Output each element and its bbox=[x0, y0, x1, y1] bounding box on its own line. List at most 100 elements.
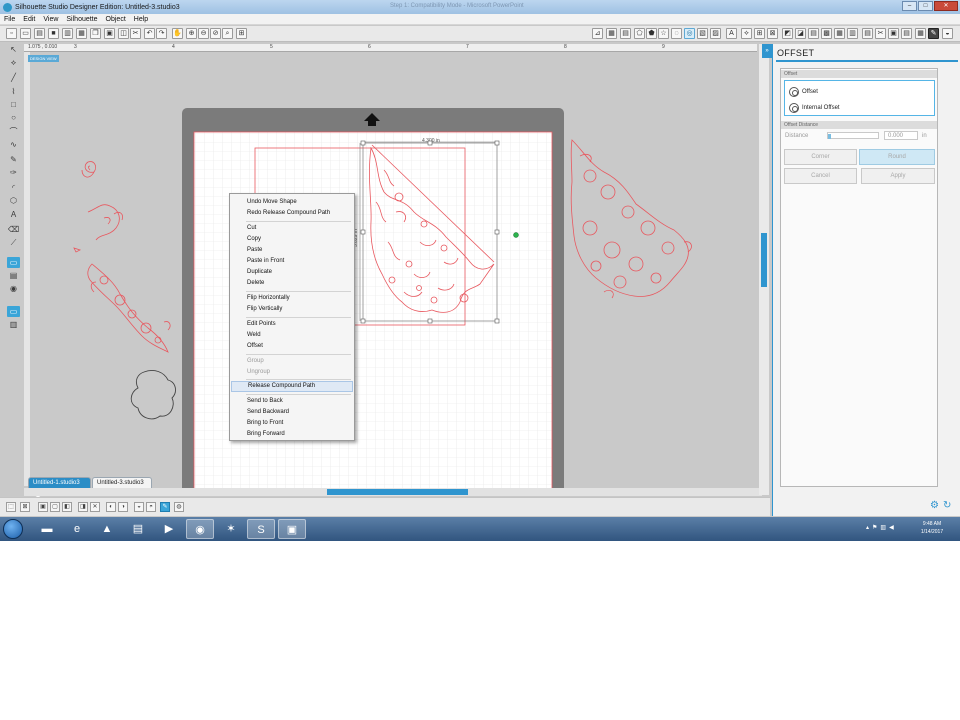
library-panel-icon[interactable]: ▤ bbox=[7, 270, 20, 281]
align-icon[interactable]: ⊞ bbox=[754, 28, 765, 39]
distance-slider[interactable] bbox=[827, 132, 879, 139]
line-color-icon[interactable]: ◪ bbox=[795, 28, 806, 39]
menu-item-release-compound-path[interactable]: Release Compound Path bbox=[231, 381, 353, 392]
apply-button[interactable]: Apply bbox=[861, 168, 935, 184]
menu-item-flip-vertically[interactable]: Flip Vertically bbox=[231, 304, 353, 315]
trace-icon[interactable]: ▧ bbox=[697, 28, 708, 39]
menu-item-bring-to-front[interactable]: Bring to Front bbox=[231, 418, 353, 429]
close-button[interactable]: ✕ bbox=[934, 1, 958, 11]
drag-zoom-icon[interactable]: ⌕ bbox=[222, 28, 233, 39]
media-app-taskbar-icon[interactable]: ▬ bbox=[33, 519, 61, 539]
menu-item-flip-horizontally[interactable]: Flip Horizontally bbox=[231, 293, 353, 304]
action-center-flag-icon[interactable]: ⚑ bbox=[872, 524, 877, 531]
knife-icon[interactable]: ⟋ bbox=[7, 237, 20, 248]
pan-hand-icon[interactable]: ✋ bbox=[172, 28, 183, 39]
horizontal-scrollbar[interactable] bbox=[24, 488, 762, 496]
fill-color-icon[interactable]: ◩ bbox=[782, 28, 793, 39]
menu-help[interactable]: Help bbox=[134, 16, 148, 23]
arc-icon[interactable]: ◜ bbox=[7, 182, 20, 193]
group-icon[interactable]: ▣ bbox=[38, 502, 48, 512]
menu-view[interactable]: View bbox=[43, 16, 58, 23]
curve-icon[interactable]: ∿ bbox=[7, 139, 20, 150]
menu-item-duplicate[interactable]: Duplicate bbox=[231, 267, 353, 278]
distance-input[interactable]: 0.000 bbox=[884, 131, 918, 140]
rectangle-icon[interactable]: □ bbox=[7, 99, 20, 110]
scroll-thumb[interactable] bbox=[761, 233, 767, 287]
menu-object[interactable]: Object bbox=[106, 16, 126, 23]
refresh-icon[interactable]: ↻ bbox=[943, 501, 953, 511]
menu-item-delete[interactable]: Delete bbox=[231, 278, 353, 289]
menu-silhouette[interactable]: Silhouette bbox=[66, 16, 97, 23]
eraser-icon[interactable]: ⌫ bbox=[7, 224, 20, 235]
maximize-button[interactable]: □ bbox=[918, 1, 933, 11]
polyline-icon[interactable]: ⌇ bbox=[7, 86, 20, 97]
menu-item-paste[interactable]: Paste bbox=[231, 245, 353, 256]
rose-cluster-right[interactable] bbox=[570, 139, 692, 299]
fill-mode-icon[interactable]: ◍ bbox=[174, 502, 184, 512]
text-style-icon[interactable]: A bbox=[726, 28, 737, 39]
menu-item-bring-forward[interactable]: Bring Forward bbox=[231, 429, 353, 440]
menu-item-copy[interactable]: Copy bbox=[231, 234, 353, 245]
select-arrow-icon[interactable]: ↖ bbox=[7, 44, 20, 55]
show-hidden-icons-icon[interactable]: ▴ bbox=[866, 524, 869, 531]
send-panel-icon[interactable]: ▥ bbox=[7, 319, 20, 330]
print-icon[interactable]: ▥ bbox=[62, 28, 73, 39]
save-icon[interactable]: ■ bbox=[48, 28, 59, 39]
paste-icon[interactable]: ▣ bbox=[104, 28, 115, 39]
edit-points-icon[interactable]: ⟡ bbox=[7, 57, 20, 68]
cut-view-icon[interactable]: ▭ bbox=[7, 306, 20, 317]
vlc-taskbar-icon[interactable]: ▲ bbox=[93, 519, 121, 539]
store-icon[interactable]: ▦ bbox=[915, 28, 926, 39]
media-player-taskbar-icon[interactable]: ▶ bbox=[155, 519, 183, 539]
clock[interactable]: 9:48 AM 1/14/2017 bbox=[915, 520, 949, 536]
edit-mode-icon[interactable]: ✎ bbox=[160, 502, 170, 512]
offset-option[interactable]: Offset bbox=[789, 86, 818, 98]
transform-icon[interactable]: ⟡ bbox=[741, 28, 752, 39]
polygon-icon[interactable]: ⬟ bbox=[646, 28, 657, 39]
corner-button[interactable]: Corner bbox=[784, 149, 857, 165]
library-icon[interactable]: ▤ bbox=[34, 28, 45, 39]
volume-icon[interactable]: ◀ bbox=[889, 524, 894, 531]
internal-offset-option[interactable]: Internal Offset bbox=[789, 102, 840, 114]
delete-icon[interactable]: ✕ bbox=[90, 502, 100, 512]
line-tool-icon[interactable]: ╱ bbox=[7, 72, 20, 83]
start-button[interactable] bbox=[3, 519, 23, 539]
menu-file[interactable]: File bbox=[4, 16, 15, 23]
powerpoint-taskbar-icon[interactable]: ▣ bbox=[278, 519, 306, 539]
menu-item-weld[interactable]: Weld bbox=[231, 330, 353, 341]
menu-item-send-to-back[interactable]: Send to Back bbox=[231, 396, 353, 407]
ungroup-icon[interactable]: ▢ bbox=[50, 502, 60, 512]
silhouette-studio-taskbar-icon[interactable]: S bbox=[247, 519, 275, 539]
tab-untitled-3[interactable]: Untitled-3.studio3 bbox=[92, 477, 152, 488]
freehand-icon[interactable]: ✎ bbox=[7, 154, 20, 165]
send-to-cutter-icon[interactable]: ▦ bbox=[76, 28, 87, 39]
undo-icon[interactable]: ↶ bbox=[144, 28, 155, 39]
cut-settings-icon[interactable]: ✂ bbox=[875, 28, 886, 39]
slider-knob[interactable] bbox=[828, 134, 831, 139]
new-file-icon[interactable]: ▫ bbox=[6, 28, 17, 39]
online-store-icon[interactable]: ◉ bbox=[7, 283, 20, 294]
design-canvas[interactable]: 4.300 in 5.829 in bbox=[24, 52, 757, 498]
network-icon[interactable]: ▥ bbox=[880, 524, 886, 531]
menu-item-offset[interactable]: Offset bbox=[231, 341, 353, 352]
fill-pattern-icon[interactable]: ▦ bbox=[834, 28, 845, 39]
modify-icon[interactable]: ⊠ bbox=[767, 28, 778, 39]
internet-explorer-taskbar-icon[interactable]: e bbox=[63, 519, 91, 539]
app-taskbar-icon[interactable]: ✶ bbox=[217, 519, 245, 539]
panel-collapse-tab[interactable]: » bbox=[762, 44, 772, 58]
rose-vine-left[interactable] bbox=[87, 263, 171, 353]
shadow-icon[interactable]: ◌ bbox=[671, 28, 682, 39]
menu-item-edit-points[interactable]: Edit Points bbox=[231, 319, 353, 330]
zoom-out-icon[interactable]: ⊖ bbox=[198, 28, 209, 39]
cancel-button[interactable]: Cancel bbox=[784, 168, 857, 184]
ellipse-icon[interactable]: ○ bbox=[7, 112, 20, 123]
star-icon[interactable]: ☆ bbox=[658, 28, 669, 39]
rotate-handle[interactable] bbox=[513, 232, 519, 238]
regular-polygon-icon[interactable]: ⬡ bbox=[7, 195, 20, 206]
menu-item-paste-in-front[interactable]: Paste in Front bbox=[231, 256, 353, 267]
fit-to-page-icon[interactable]: ⊞ bbox=[236, 28, 247, 39]
offset-tool-icon[interactable]: ◎ bbox=[684, 28, 695, 39]
menu-edit[interactable]: Edit bbox=[23, 16, 35, 23]
polygon-draw-icon[interactable]: ⌒ bbox=[7, 126, 20, 137]
cut-icon[interactable]: ✂ bbox=[130, 28, 141, 39]
